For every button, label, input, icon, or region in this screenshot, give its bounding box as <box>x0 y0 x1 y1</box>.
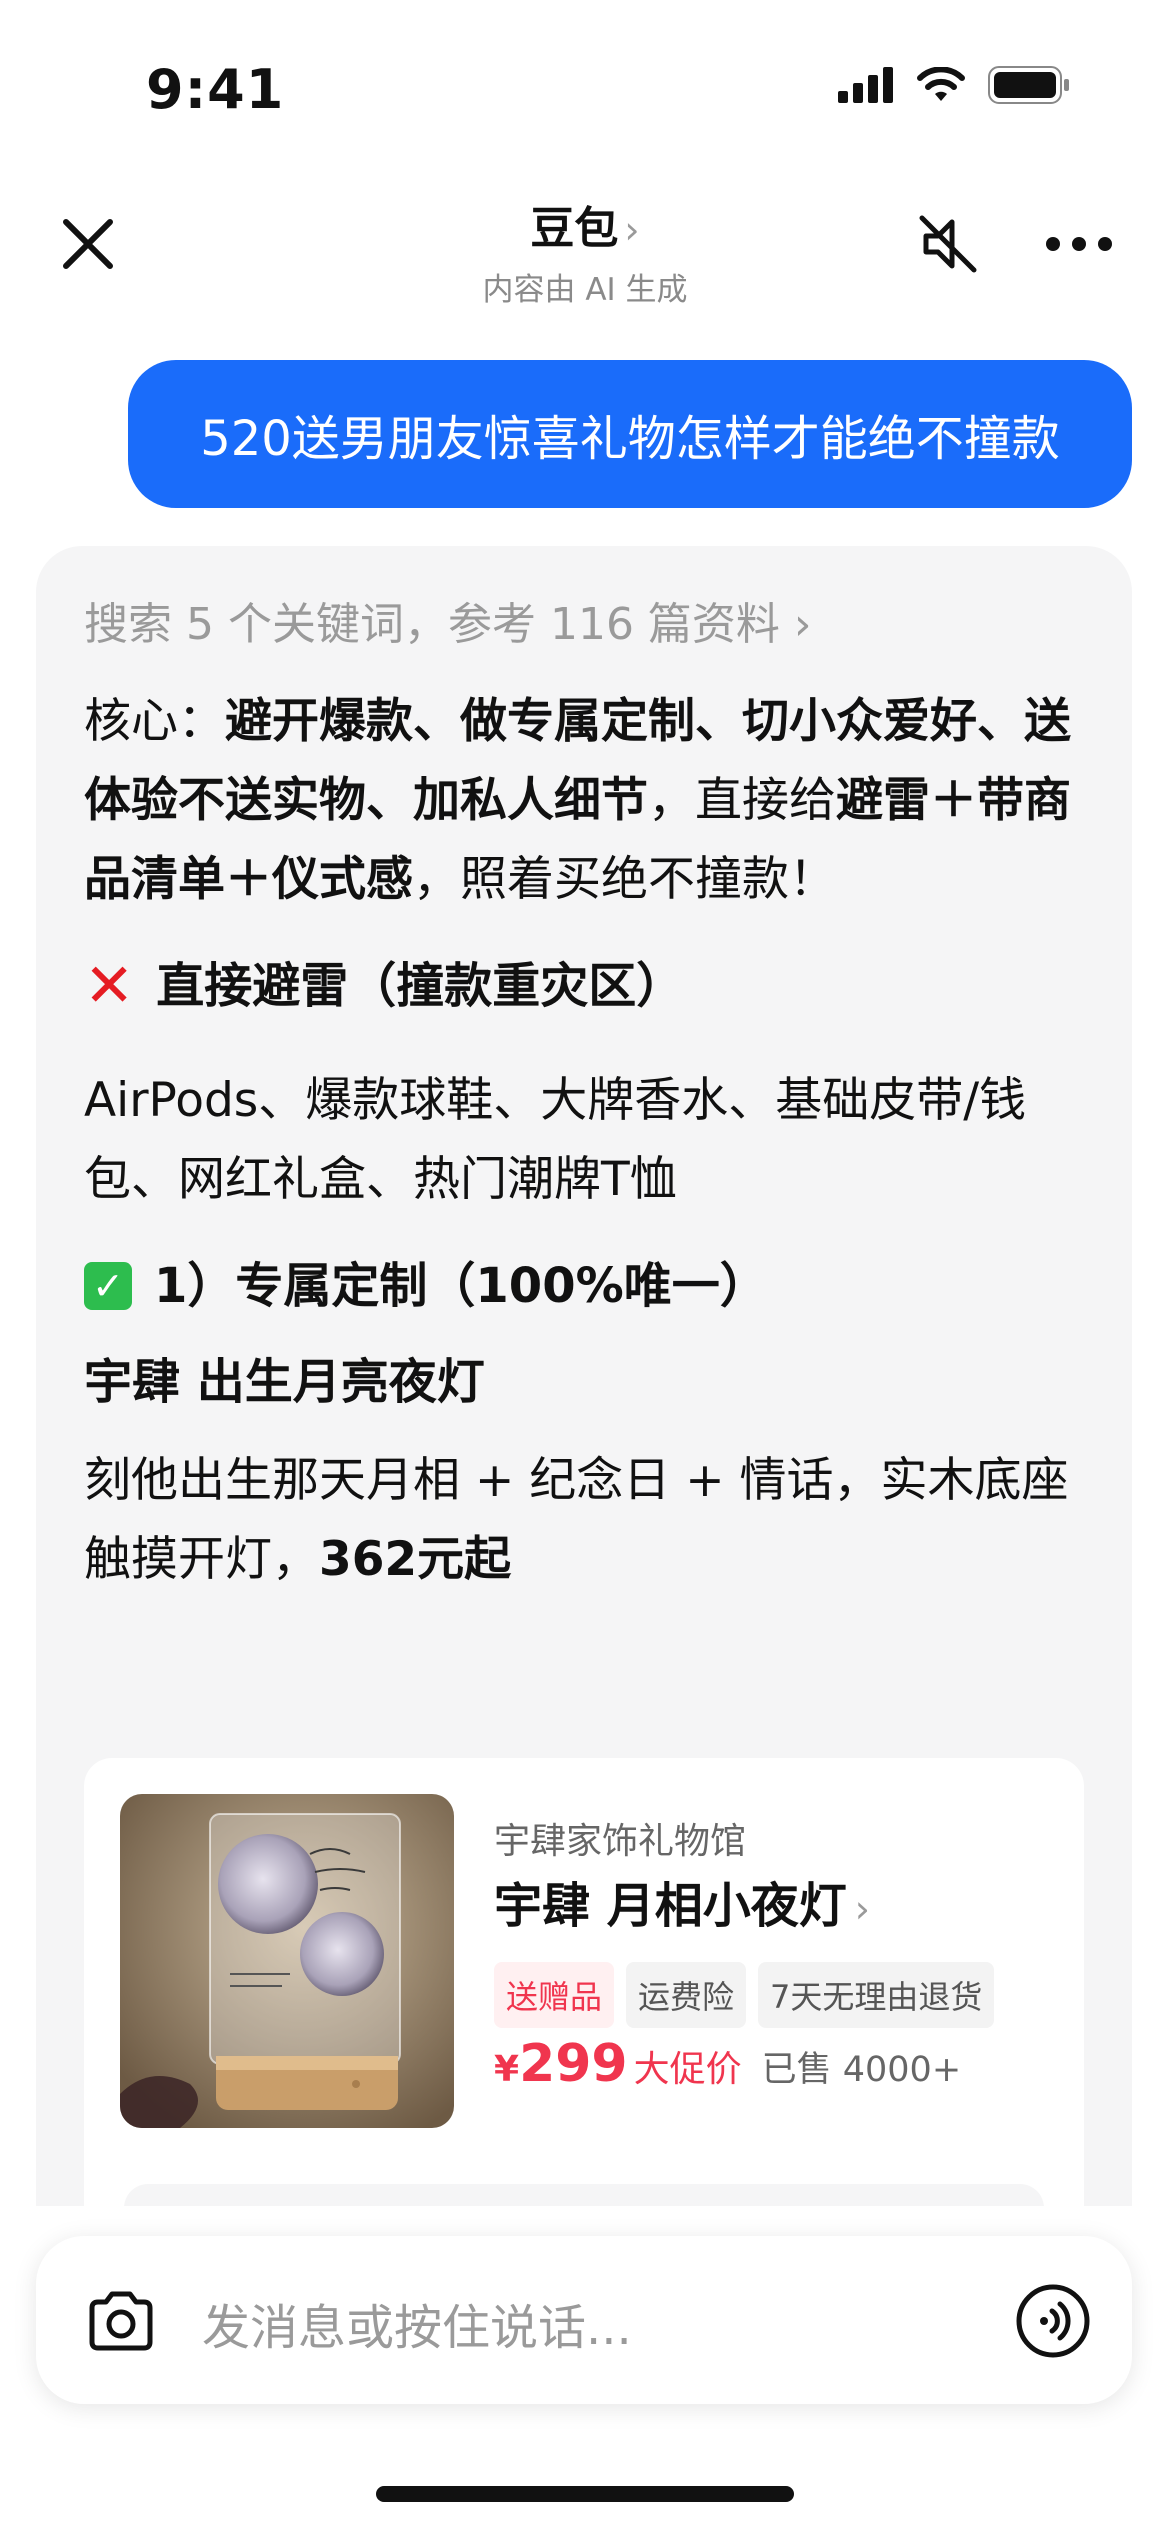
search-summary[interactable]: 搜索 5 个关键词，参考 116 篇资料 › <box>84 588 1094 650</box>
product-name[interactable]: 宇肆 月相小夜灯 › <box>494 1866 870 1936</box>
tag-shipping-insurance: 运费险 <box>626 1962 747 2028</box>
chat-title: 豆包 <box>530 203 619 254</box>
chat-title-group[interactable]: 豆包 › 内容由 AI 生成 <box>0 192 1170 309</box>
status-icons <box>838 66 1070 104</box>
item-title: 宇肆 出生月亮夜灯 <box>84 1354 485 1410</box>
ai-disclaimer: 内容由 AI 生成 <box>482 272 688 308</box>
speaker-muted-icon[interactable] <box>914 210 982 278</box>
battery-icon <box>988 66 1069 104</box>
chat-header: 豆包 › 内容由 AI 生成 <box>0 170 1170 320</box>
core-paragraph: 核心：避开爆款、做专属定制、切小众爱好、送体验不送实物、加私人细节，直接给避雷＋… <box>84 694 1071 907</box>
avoid-heading: ✕ 直接避雷（撞款重灾区） <box>84 945 1094 1027</box>
home-indicator[interactable] <box>376 2486 794 2502</box>
user-message-text: 520送男朋友惊喜礼物怎样才能绝不撞款 <box>200 411 1060 467</box>
price-row: ¥299 大促价 已售 4000+ <box>494 2034 961 2094</box>
tag-gift: 送赠品 <box>494 1962 615 2028</box>
item-description: 刻他出生那天月相 + 纪念日 + 情话，实木底座触摸开灯，362元起 <box>84 1453 1069 1587</box>
ai-response-card: 搜索 5 个关键词，参考 116 篇资料 › 核心：避开爆款、做专属定制、切小众… <box>36 546 1132 2206</box>
status-bar: 9:41 <box>0 0 1170 170</box>
tag-return-policy: 7天无理由退货 <box>758 1962 995 2028</box>
product-price: ¥299 <box>494 2034 628 2094</box>
shop-name: 宇肆家饰礼物馆 <box>494 1821 747 1862</box>
product-card[interactable]: 宇肆家饰礼物馆 宇肆 月相小夜灯 › 送赠品 运费险 7天无理由退货 ¥299 大… <box>84 1758 1084 2206</box>
promo-label: 大促价 <box>633 2049 742 2090</box>
next-card-stub <box>124 2184 1044 2206</box>
voice-input-icon[interactable] <box>1014 2282 1092 2360</box>
check-mark-icon: ✓ <box>84 1262 132 1310</box>
avoid-list: AirPods、爆款球鞋、大牌香水、基础皮带/钱包、网红礼盒、热门潮牌T恤 <box>84 1073 1027 1207</box>
product-image[interactable] <box>120 1794 454 2128</box>
chevron-right-icon: › <box>624 208 640 252</box>
status-time: 9:41 <box>146 58 285 121</box>
section-heading-custom: ✓ 1）专属定制（100%唯一） <box>84 1245 1094 1327</box>
chevron-right-icon: › <box>854 1887 870 1931</box>
wifi-icon <box>917 67 965 101</box>
message-input-bar: 发消息或按住说话... <box>36 2236 1132 2404</box>
product-tags: 送赠品 运费险 7天无理由退货 <box>494 1962 995 2028</box>
user-message-bubble[interactable]: 520送男朋友惊喜礼物怎样才能绝不撞款 <box>128 360 1132 508</box>
cross-mark-icon: ✕ <box>84 951 135 1021</box>
more-options-icon[interactable] <box>1044 230 1114 258</box>
message-input[interactable]: 发消息或按住说话... <box>202 2288 632 2358</box>
moon-lamp-image <box>120 1794 454 2128</box>
camera-icon[interactable] <box>84 2284 158 2358</box>
sold-count: 已售 4000+ <box>761 2050 962 2090</box>
cellular-signal-icon <box>838 67 893 103</box>
